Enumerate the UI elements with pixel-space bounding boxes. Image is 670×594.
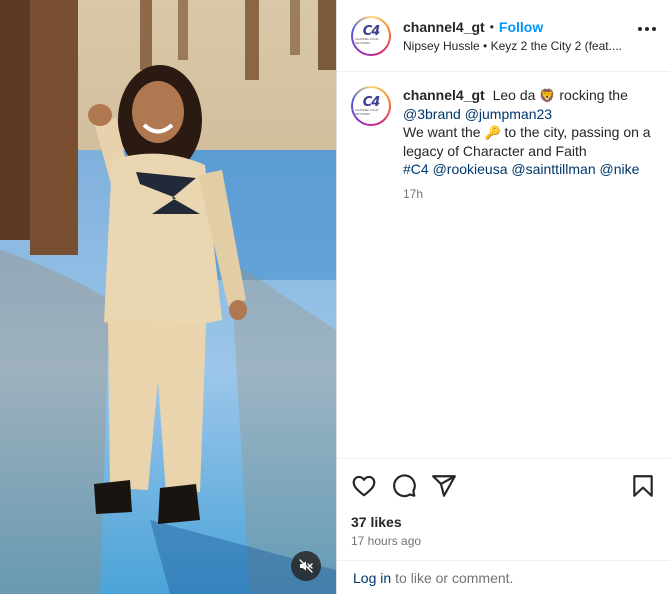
avatar[interactable]: C4 CHANNEL FOUR NETWORK [351, 15, 391, 56]
username-link[interactable]: channel4_gt [403, 19, 485, 35]
avatar-logo: C4 CHANNEL FOUR NETWORK [353, 17, 389, 54]
avatar-logo-subtext: CHANNEL FOUR NETWORK [355, 37, 379, 45]
avatar-logo: C4 CHANNEL FOUR NETWORK [353, 88, 389, 124]
heart-icon[interactable] [351, 473, 377, 499]
hashtag-link[interactable]: #C4 [403, 161, 429, 177]
key-emoji: 🔑 [484, 125, 501, 140]
caption-username-link[interactable]: channel4_gt [403, 87, 485, 103]
more-dot [652, 27, 656, 31]
mention-link[interactable]: @rookieusa [433, 161, 508, 177]
instagram-post-view: C4 CHANNEL FOUR NETWORK channel4_gt • Fo… [0, 0, 670, 594]
separator-dot: • [489, 19, 494, 34]
login-prompt-text: to like or comment. [395, 569, 514, 586]
action-bar [337, 458, 670, 512]
mention-link[interactable]: @sainttillman [511, 161, 595, 177]
video-frame [0, 0, 336, 594]
login-prompt: Log in to like or comment. [337, 560, 670, 594]
mention-link[interactable]: @3brand [403, 106, 461, 122]
caption-text: channel4_gt Leo da 🦁 rocking the @3brand… [403, 86, 656, 178]
mention-link[interactable]: @jumpman23 [465, 106, 552, 122]
comment-icon[interactable] [391, 473, 417, 499]
caption-part: rocking the [559, 87, 628, 103]
more-dot [638, 27, 642, 31]
audio-muted-icon [299, 559, 313, 573]
more-dot [645, 27, 649, 31]
caption-body: channel4_gt Leo da 🦁 rocking the @3brand… [403, 86, 656, 458]
mention-link[interactable]: @nike [600, 161, 640, 177]
login-link[interactable]: Log in [353, 570, 391, 586]
post-header: C4 CHANNEL FOUR NETWORK channel4_gt • Fo… [337, 0, 670, 72]
avatar-logo-text: C4 [362, 24, 381, 39]
post-video[interactable] [0, 0, 336, 594]
header-info: channel4_gt • Follow Nipsey Hussle • Key… [403, 19, 621, 53]
caption-timestamp[interactable]: 17h [403, 185, 656, 203]
mute-toggle-button[interactable] [291, 551, 321, 581]
caption-avatar[interactable]: C4 CHANNEL FOUR NETWORK [351, 86, 391, 126]
bookmark-icon[interactable] [630, 473, 656, 499]
post-details-pane: C4 CHANNEL FOUR NETWORK channel4_gt • Fo… [336, 0, 670, 594]
lion-emoji: 🦁 [539, 88, 556, 103]
avatar-logo-text: C4 [362, 94, 381, 110]
share-icon[interactable] [431, 473, 457, 499]
likes-count[interactable]: 37 likes [337, 512, 670, 532]
more-options-icon[interactable] [638, 27, 656, 31]
post-timestamp[interactable]: 17 hours ago [337, 532, 670, 554]
follow-button[interactable]: Follow [499, 19, 543, 35]
caption-part: We want the [403, 124, 481, 140]
caption-part: Leo da [492, 87, 536, 103]
caption-section: C4 CHANNEL FOUR NETWORK channel4_gt Leo … [337, 72, 670, 458]
audio-track-link[interactable]: Nipsey Hussle • Keyz 2 the City 2 (feat.… [403, 39, 621, 53]
header-user-row: channel4_gt • Follow [403, 19, 621, 35]
avatar-logo-subtext: CHANNEL FOUR NETWORK [355, 107, 379, 116]
